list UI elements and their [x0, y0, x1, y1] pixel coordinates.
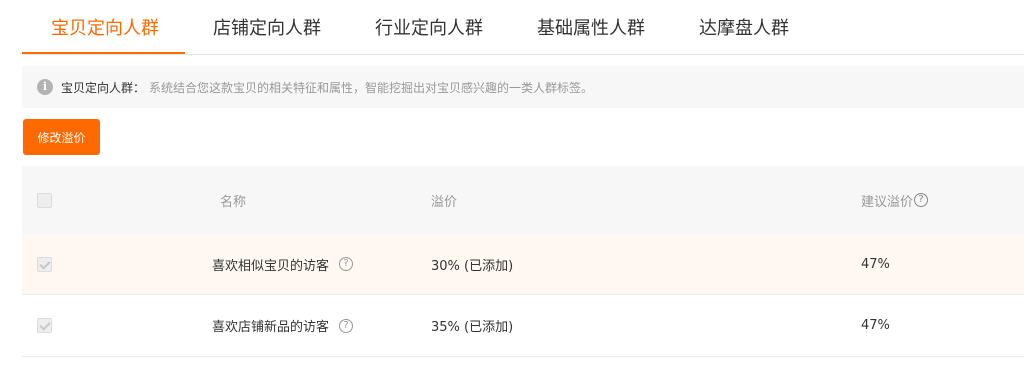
- table-header: 名称 溢价 建议溢价 ?: [22, 166, 1024, 234]
- notice-colon: ：: [133, 80, 146, 95]
- header-suggested: 建议溢价: [861, 194, 914, 210]
- select-all-checkbox[interactable]: [37, 192, 52, 208]
- help-icon[interactable]: ?: [339, 318, 354, 333]
- help-icon[interactable]: ?: [914, 193, 929, 207]
- header-name: 名称: [220, 194, 247, 210]
- header-checkbox-cell: [37, 166, 52, 234]
- row-checkbox[interactable]: [37, 318, 52, 333]
- row-suggested: 47%: [861, 318, 890, 333]
- crowd-table: 名称 溢价 建议溢价 ? 喜欢相似宝贝的访客 ? 30% (已添加) 47% 喜…: [22, 166, 1024, 357]
- help-icon[interactable]: ?: [339, 257, 354, 271]
- active-tab-indicator: [22, 52, 185, 54]
- row-name-cell: 喜欢相似宝贝的访客 ?: [212, 234, 354, 294]
- tab-item-crowd[interactable]: 宝贝定向人群: [51, 14, 159, 40]
- row-suggested: 47%: [861, 256, 890, 272]
- tab-shop-crowd[interactable]: 店铺定向人群: [213, 14, 321, 40]
- row-checkbox[interactable]: [37, 256, 52, 272]
- table-row: 喜欢店铺新品的访客 ? 35% (已添加) 47%: [22, 295, 1024, 357]
- notice-title: 宝贝定向人群: [61, 80, 134, 95]
- row-name: 喜欢相似宝贝的访客: [212, 258, 330, 274]
- row-name: 喜欢店铺新品的访客: [212, 320, 330, 335]
- header-premium: 溢价: [431, 194, 458, 210]
- modify-premium-button[interactable]: 修改溢价: [23, 119, 100, 155]
- notice-description: 系统结合您这款宝贝的相关特征和属性，智能挖掘出对宝贝感兴趣的一类人群标签。: [149, 80, 594, 95]
- page: 宝贝定向人群 店铺定向人群 行业定向人群 基础属性人群 达摩盘人群 i 宝贝定向…: [0, 0, 1024, 392]
- info-icon: i: [37, 79, 53, 95]
- info-notice: i 宝贝定向人群 ： 系统结合您这款宝贝的相关特征和属性，智能挖掘出对宝贝感兴趣…: [22, 66, 1024, 108]
- row-premium: 30% (已添加): [431, 258, 514, 274]
- table-row: 喜欢相似宝贝的访客 ? 30% (已添加) 47%: [22, 234, 1024, 295]
- row-checkbox-cell: [37, 234, 52, 294]
- tab-bar: 宝贝定向人群 店铺定向人群 行业定向人群 基础属性人群 达摩盘人群: [22, 0, 1024, 55]
- tab-damopan-crowd[interactable]: 达摩盘人群: [699, 14, 789, 40]
- row-checkbox-cell: [37, 295, 52, 356]
- tab-basic-attr-crowd[interactable]: 基础属性人群: [537, 14, 645, 40]
- row-name-cell: 喜欢店铺新品的访客 ?: [212, 295, 354, 356]
- tab-industry-crowd[interactable]: 行业定向人群: [375, 14, 483, 40]
- header-suggested-cell: 建议溢价 ?: [861, 166, 929, 234]
- row-premium: 35% (已添加): [431, 320, 514, 335]
